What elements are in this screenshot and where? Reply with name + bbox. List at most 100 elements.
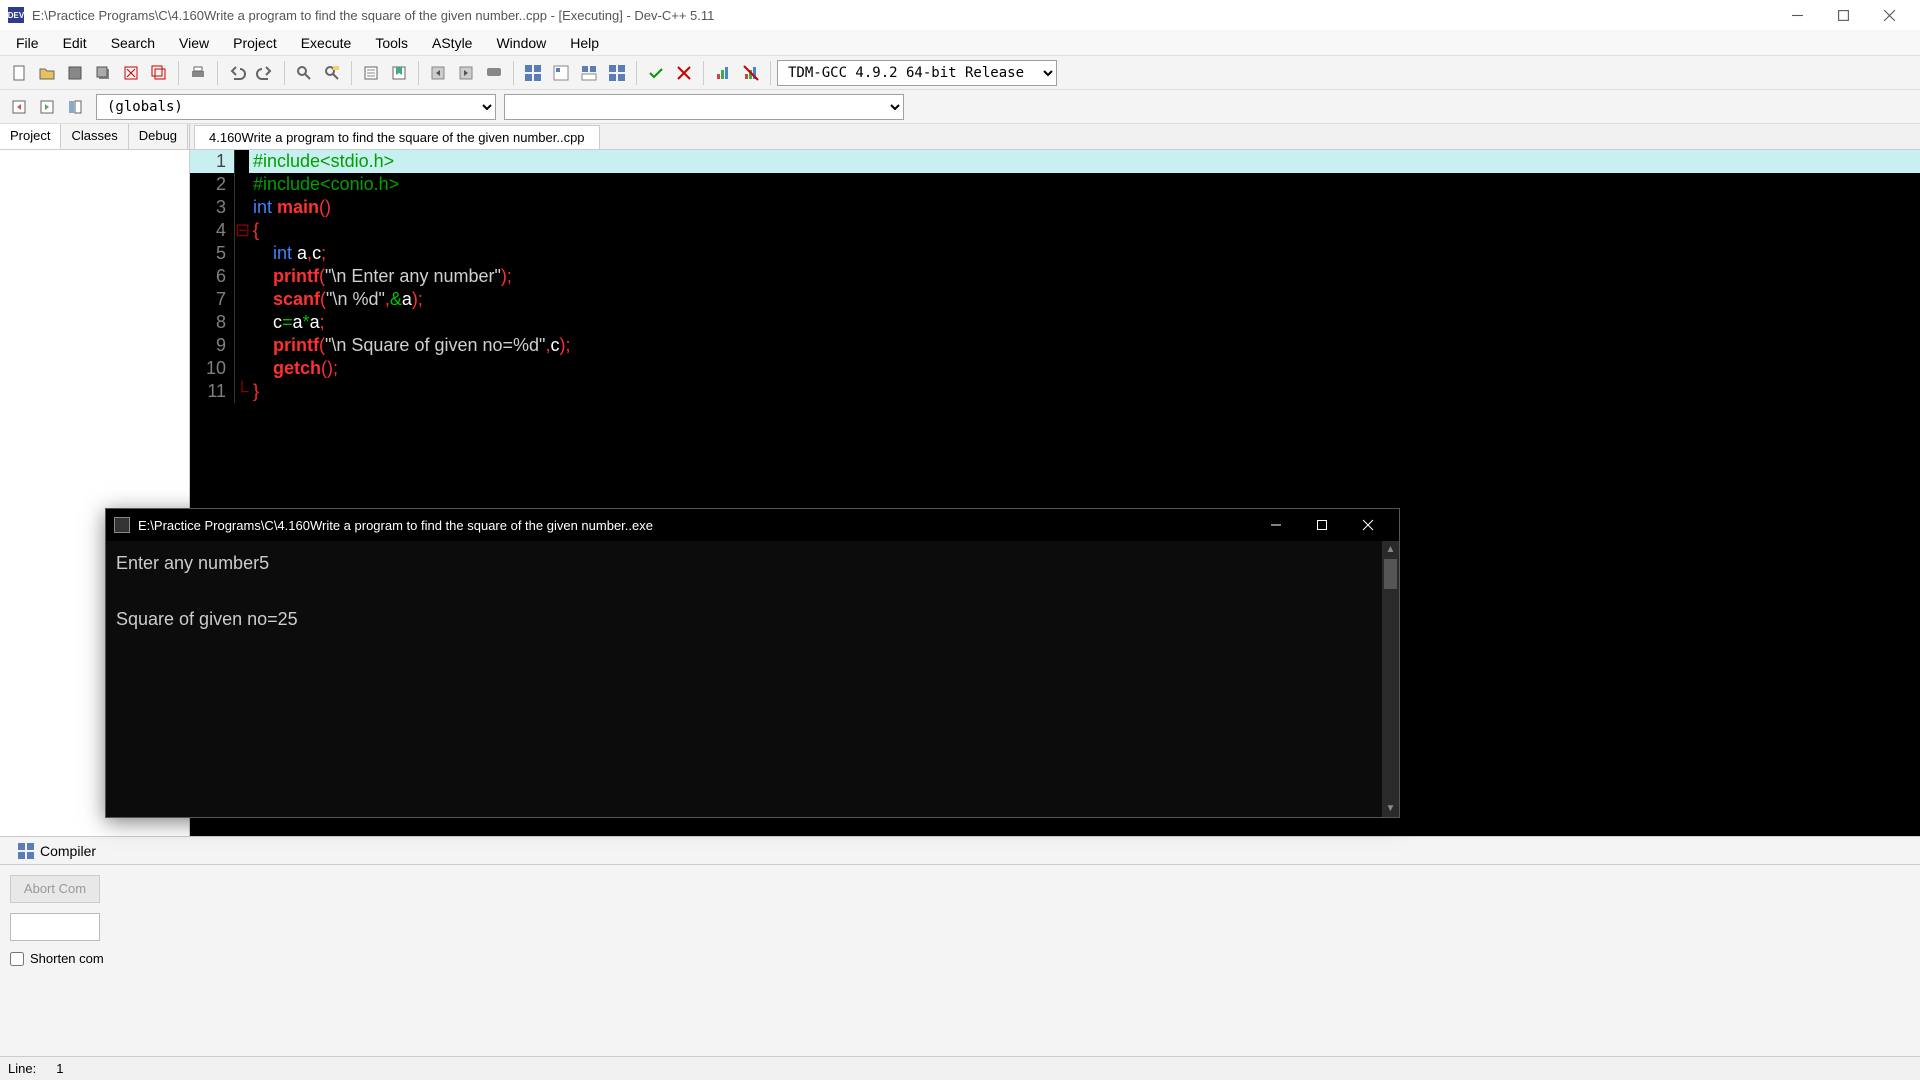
status-line-value: 1 bbox=[56, 1061, 63, 1076]
indent-left-icon[interactable] bbox=[425, 60, 451, 86]
code-line[interactable]: 5 int a,c; bbox=[190, 242, 1920, 265]
save-icon[interactable] bbox=[62, 60, 88, 86]
menu-edit[interactable]: Edit bbox=[51, 31, 99, 55]
menu-search[interactable]: Search bbox=[99, 31, 167, 55]
menu-execute[interactable]: Execute bbox=[289, 31, 364, 55]
code-line[interactable]: 11└} bbox=[190, 380, 1920, 403]
open-file-icon[interactable] bbox=[34, 60, 60, 86]
fold-marker[interactable]: └ bbox=[235, 380, 249, 403]
scroll-down-icon[interactable]: ▼ bbox=[1382, 800, 1399, 817]
line-number: 11 bbox=[190, 380, 235, 403]
sidebar-tab-debug[interactable]: Debug bbox=[129, 124, 188, 149]
menu-help[interactable]: Help bbox=[558, 31, 611, 55]
code-line[interactable]: 2#include<conio.h> bbox=[190, 173, 1920, 196]
fold-marker bbox=[235, 357, 249, 380]
window-title: E:\Practice Programs\C\4.160Write a prog… bbox=[32, 8, 714, 23]
code-content[interactable]: #include<conio.h> bbox=[249, 173, 1920, 196]
new-file-icon[interactable] bbox=[6, 60, 32, 86]
code-content[interactable]: scanf("\n %d",&a); bbox=[249, 288, 1920, 311]
show-browser-icon[interactable] bbox=[62, 94, 88, 120]
compiler-select[interactable]: TDM-GCC 4.9.2 64-bit Release bbox=[777, 60, 1057, 86]
goto-back-icon[interactable] bbox=[6, 94, 32, 120]
maximize-button[interactable] bbox=[1820, 0, 1866, 30]
scope-select[interactable]: (globals) bbox=[96, 94, 496, 120]
fold-marker bbox=[235, 173, 249, 196]
profile-icon[interactable] bbox=[710, 60, 736, 86]
code-line[interactable]: 3int main() bbox=[190, 196, 1920, 219]
line-number: 1 bbox=[190, 150, 235, 173]
console-window[interactable]: E:\Practice Programs\C\4.160Write a prog… bbox=[105, 508, 1400, 818]
console-body[interactable]: Enter any number5 Square of given no=25 … bbox=[106, 541, 1399, 817]
code-line[interactable]: 8 c=a*a; bbox=[190, 311, 1920, 334]
file-tab-active[interactable]: 4.160Write a program to find the square … bbox=[194, 125, 600, 149]
fold-marker[interactable]: ⊟ bbox=[235, 219, 249, 242]
console-minimize-button[interactable] bbox=[1253, 509, 1299, 541]
menu-view[interactable]: View bbox=[167, 31, 221, 55]
comment-icon[interactable] bbox=[481, 60, 507, 86]
rebuild-icon[interactable] bbox=[604, 60, 630, 86]
menu-tools[interactable]: Tools bbox=[363, 31, 420, 55]
close-all-icon[interactable] bbox=[146, 60, 172, 86]
code-content[interactable]: int main() bbox=[249, 196, 1920, 219]
delete-profile-icon[interactable] bbox=[738, 60, 764, 86]
bookmark-icon[interactable] bbox=[386, 60, 412, 86]
menu-file[interactable]: File bbox=[4, 31, 51, 55]
code-content[interactable]: printf("\n Enter any number"); bbox=[249, 265, 1920, 288]
redo-icon[interactable] bbox=[252, 60, 278, 86]
menu-project[interactable]: Project bbox=[221, 31, 289, 55]
shorten-row[interactable]: Shorten com bbox=[10, 951, 1910, 966]
goto-line-icon[interactable] bbox=[358, 60, 384, 86]
menu-astyle[interactable]: AStyle bbox=[420, 31, 484, 55]
shorten-checkbox[interactable] bbox=[10, 952, 24, 966]
console-scrollbar[interactable]: ▲ ▼ bbox=[1382, 541, 1399, 817]
console-titlebar[interactable]: E:\Practice Programs\C\4.160Write a prog… bbox=[106, 509, 1399, 541]
fold-marker bbox=[235, 150, 249, 173]
indent-right-icon[interactable] bbox=[453, 60, 479, 86]
code-content[interactable]: } bbox=[249, 380, 1920, 403]
sidebar-tab-classes[interactable]: Classes bbox=[61, 124, 128, 149]
compiler-tab-label: Compiler bbox=[40, 843, 96, 859]
close-file-icon[interactable] bbox=[118, 60, 144, 86]
compile-run-icon[interactable] bbox=[576, 60, 602, 86]
code-content[interactable]: getch(); bbox=[249, 357, 1920, 380]
code-content[interactable]: { bbox=[249, 219, 1920, 242]
save-all-icon[interactable] bbox=[90, 60, 116, 86]
code-line[interactable]: 4⊟{ bbox=[190, 219, 1920, 242]
code-line[interactable]: 10 getch(); bbox=[190, 357, 1920, 380]
bottom-panel: Compiler Abort Com Shorten com bbox=[0, 836, 1920, 1056]
console-app-icon bbox=[114, 517, 130, 533]
code-line[interactable]: 6 printf("\n Enter any number"); bbox=[190, 265, 1920, 288]
bottom-tabs: Compiler bbox=[0, 837, 1920, 865]
undo-icon[interactable] bbox=[224, 60, 250, 86]
debug-stop-icon[interactable] bbox=[671, 60, 697, 86]
code-content[interactable]: printf("\n Square of given no=%d",c); bbox=[249, 334, 1920, 357]
fold-marker bbox=[235, 265, 249, 288]
find-icon[interactable] bbox=[291, 60, 317, 86]
console-maximize-button[interactable] bbox=[1299, 509, 1345, 541]
run-icon[interactable] bbox=[548, 60, 574, 86]
window-titlebar: DEV E:\Practice Programs\C\4.160Write a … bbox=[0, 0, 1920, 30]
line-number: 9 bbox=[190, 334, 235, 357]
sidebar-tabs: ProjectClassesDebug bbox=[0, 124, 189, 150]
compiler-tab[interactable]: Compiler bbox=[6, 839, 108, 863]
scroll-up-icon[interactable]: ▲ bbox=[1382, 541, 1399, 558]
close-button[interactable] bbox=[1866, 0, 1912, 30]
code-line[interactable]: 1 #include<stdio.h> bbox=[190, 150, 1920, 173]
member-select[interactable] bbox=[504, 94, 904, 120]
compile-icon[interactable] bbox=[520, 60, 546, 86]
replace-icon[interactable] bbox=[319, 60, 345, 86]
scroll-thumb[interactable] bbox=[1384, 559, 1397, 589]
code-content[interactable]: #include<stdio.h> bbox=[249, 150, 1920, 173]
debug-check-icon[interactable] bbox=[643, 60, 669, 86]
print-icon[interactable] bbox=[185, 60, 211, 86]
minimize-button[interactable] bbox=[1774, 0, 1820, 30]
fold-marker bbox=[235, 334, 249, 357]
code-content[interactable]: c=a*a; bbox=[249, 311, 1920, 334]
goto-forward-icon[interactable] bbox=[34, 94, 60, 120]
console-close-button[interactable] bbox=[1345, 509, 1391, 541]
code-line[interactable]: 7 scanf("\n %d",&a); bbox=[190, 288, 1920, 311]
sidebar-tab-project[interactable]: Project bbox=[0, 124, 61, 149]
menu-window[interactable]: Window bbox=[484, 31, 558, 55]
code-line[interactable]: 9 printf("\n Square of given no=%d",c); bbox=[190, 334, 1920, 357]
code-content[interactable]: int a,c; bbox=[249, 242, 1920, 265]
